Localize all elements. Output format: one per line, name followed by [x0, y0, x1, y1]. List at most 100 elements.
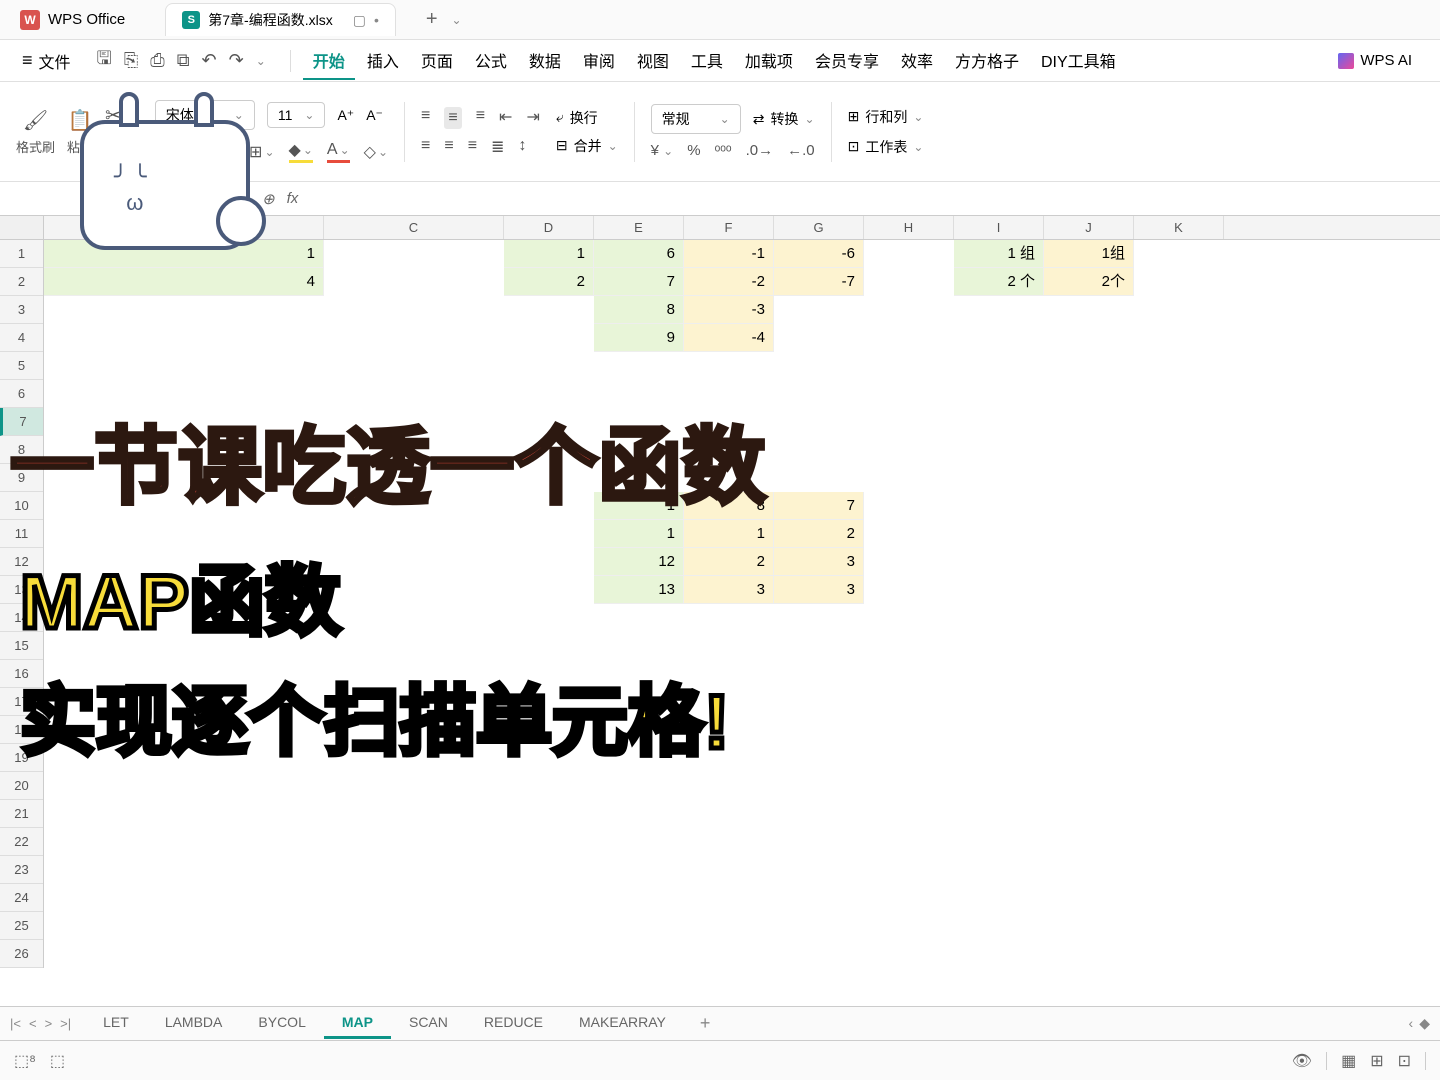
cell[interactable]: 1 [684, 520, 774, 548]
sheet-nav-first-icon[interactable]: |< [10, 1016, 21, 1031]
cell[interactable]: 6 [594, 240, 684, 268]
cell[interactable]: 1 组 [954, 240, 1044, 268]
view-page-icon[interactable]: ⊞ [1370, 1051, 1383, 1071]
sheet-tab[interactable]: BYCOL [240, 1008, 323, 1039]
file-menu[interactable]: ≡ 文件 [12, 45, 81, 77]
qat-dropdown-icon[interactable]: ⌄ [256, 54, 266, 68]
align-center-icon[interactable]: ≡ [444, 137, 453, 157]
cell[interactable]: 9 [594, 324, 684, 352]
menu-tab[interactable]: 会员专享 [805, 42, 889, 80]
cell[interactable]: 2 [774, 520, 864, 548]
row-header[interactable]: 26 [0, 940, 43, 968]
cell[interactable]: 13 [594, 576, 684, 604]
row-header[interactable]: 20 [0, 772, 43, 800]
convert-button[interactable]: ⇄ 转换 ⌄ [753, 109, 815, 129]
row-header[interactable]: 3 [0, 296, 43, 324]
menu-tab[interactable]: 开始 [303, 42, 355, 80]
sheet-nav-prev-icon[interactable]: < [29, 1016, 37, 1031]
align-left-icon[interactable]: ≡ [421, 137, 430, 157]
sheet-tab[interactable]: MAKEARRAY [561, 1008, 684, 1039]
column-header[interactable]: C [324, 216, 504, 239]
increase-indent-icon[interactable]: ⇥ [526, 107, 539, 129]
cell[interactable]: 1 [504, 240, 594, 268]
menu-tab[interactable]: 视图 [627, 42, 679, 80]
align-middle-icon[interactable]: ≡ [444, 107, 461, 129]
sheet-tab[interactable]: LAMBDA [147, 1008, 241, 1039]
align-right-icon[interactable]: ≡ [468, 137, 477, 157]
eye-icon[interactable]: 👁 [1292, 1051, 1312, 1071]
menu-tab[interactable]: 工具 [681, 42, 733, 80]
cell[interactable]: -6 [774, 240, 864, 268]
menu-tab[interactable]: 数据 [519, 42, 571, 80]
print-icon[interactable]: ⎙ [150, 50, 164, 71]
sheet-nav-next-icon[interactable]: > [45, 1016, 53, 1031]
menu-tab[interactable]: 加载项 [735, 42, 803, 80]
cell[interactable]: 2个 [1044, 268, 1134, 296]
number-format-select[interactable]: 常规 ⌄ [651, 104, 741, 134]
view-break-icon[interactable]: ⊡ [1398, 1051, 1411, 1071]
cell[interactable]: 1组 [1044, 240, 1134, 268]
cell[interactable]: 7 [774, 492, 864, 520]
cell[interactable]: 3 [774, 576, 864, 604]
cell[interactable]: -4 [684, 324, 774, 352]
add-sheet-button[interactable]: + [688, 1013, 723, 1034]
new-tab-button[interactable]: + [416, 8, 448, 31]
worksheet-button[interactable]: ⊡ 工作表 ⌄ [848, 137, 924, 157]
select-all-corner[interactable] [0, 216, 44, 239]
clear-format-button[interactable]: ◇ ⌄ [364, 140, 388, 163]
sheet-nav-last-icon[interactable]: >| [60, 1016, 71, 1031]
increase-font-icon[interactable]: A⁺ [337, 107, 354, 124]
view-normal-icon[interactable]: ▦ [1341, 1051, 1356, 1071]
font-color-button[interactable]: A ⌄ [327, 140, 350, 163]
decrease-indent-icon[interactable]: ⇤ [499, 107, 512, 129]
merge-cells-button[interactable]: ⊟ 合并 ⌄ [556, 136, 618, 156]
column-header[interactable]: G [774, 216, 864, 239]
distribute-icon[interactable]: ≣ [491, 137, 504, 157]
cell[interactable]: -1 [684, 240, 774, 268]
cell[interactable]: 2 [504, 268, 594, 296]
save-icon[interactable]: 🖫 [97, 46, 112, 76]
menu-tab[interactable]: DIY工具箱 [1031, 42, 1126, 80]
sheet-tab[interactable]: SCAN [391, 1008, 466, 1039]
orientation-icon[interactable]: ↕ [518, 137, 526, 157]
row-header[interactable]: 23 [0, 856, 43, 884]
align-bottom-icon[interactable]: ≡ [476, 107, 485, 129]
row-header[interactable]: 1 [0, 240, 43, 268]
wps-ai-button[interactable]: WPS AI [1322, 52, 1428, 69]
row-header[interactable]: 21 [0, 800, 43, 828]
sheet-tab[interactable]: REDUCE [466, 1008, 561, 1039]
menu-tab[interactable]: 审阅 [573, 42, 625, 80]
row-header[interactable]: 25 [0, 912, 43, 940]
sheet-tab[interactable]: LET [85, 1008, 147, 1039]
undo-icon[interactable]: ↶ [202, 50, 217, 71]
column-header[interactable]: F [684, 216, 774, 239]
cell[interactable]: -2 [684, 268, 774, 296]
format-painter-button[interactable]: 🖌 格式刷 [16, 108, 55, 156]
fx-icon[interactable]: fx [287, 190, 299, 208]
row-header[interactable]: 4 [0, 324, 43, 352]
decrease-font-icon[interactable]: A⁻ [366, 107, 383, 124]
menu-tab[interactable]: 插入 [357, 42, 409, 80]
cell[interactable]: 3 [774, 548, 864, 576]
tab-device-icon[interactable]: ▢ [353, 12, 366, 29]
record-macro-icon[interactable]: ⬚⁸ [14, 1051, 36, 1071]
row-header[interactable]: 5 [0, 352, 43, 380]
row-header[interactable]: 22 [0, 828, 43, 856]
cell[interactable]: 7 [594, 268, 684, 296]
cell[interactable]: 8 [594, 296, 684, 324]
sheet-tab[interactable]: MAP [324, 1008, 391, 1039]
preview-icon[interactable]: ⧉ [177, 50, 190, 71]
thousands-icon[interactable]: ᵒᵒᵒ [715, 142, 732, 159]
column-header[interactable]: J [1044, 216, 1134, 239]
status-panel-icon[interactable]: ⬚ [50, 1051, 65, 1071]
document-tab[interactable]: S 第7章-编程函数.xlsx ▢ • [165, 3, 396, 36]
fill-color-button[interactable]: ◆ ⌄ [289, 140, 313, 163]
menu-tab[interactable]: 效率 [891, 42, 943, 80]
cell[interactable]: 1 [594, 520, 684, 548]
column-header[interactable]: E [594, 216, 684, 239]
menu-tab[interactable]: 公式 [465, 42, 517, 80]
redo-icon[interactable]: ↷ [229, 50, 244, 71]
menu-tab[interactable]: 方方格子 [945, 42, 1029, 80]
share-icon[interactable]: ⎘ [124, 50, 138, 71]
column-header[interactable]: K [1134, 216, 1224, 239]
